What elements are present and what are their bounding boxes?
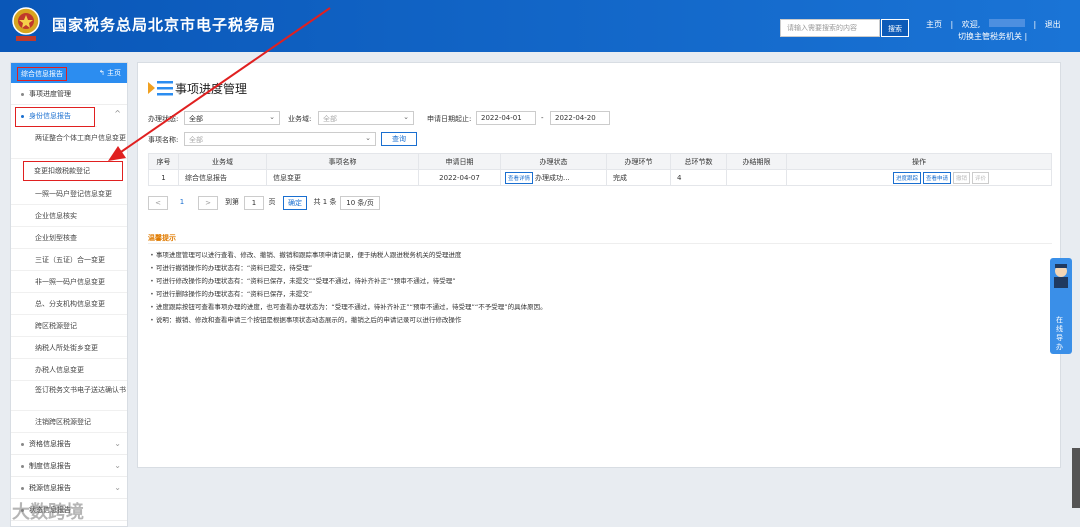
red-arrow-annotation — [108, 7, 331, 161]
watermark: 大数跨境 — [12, 502, 84, 523]
